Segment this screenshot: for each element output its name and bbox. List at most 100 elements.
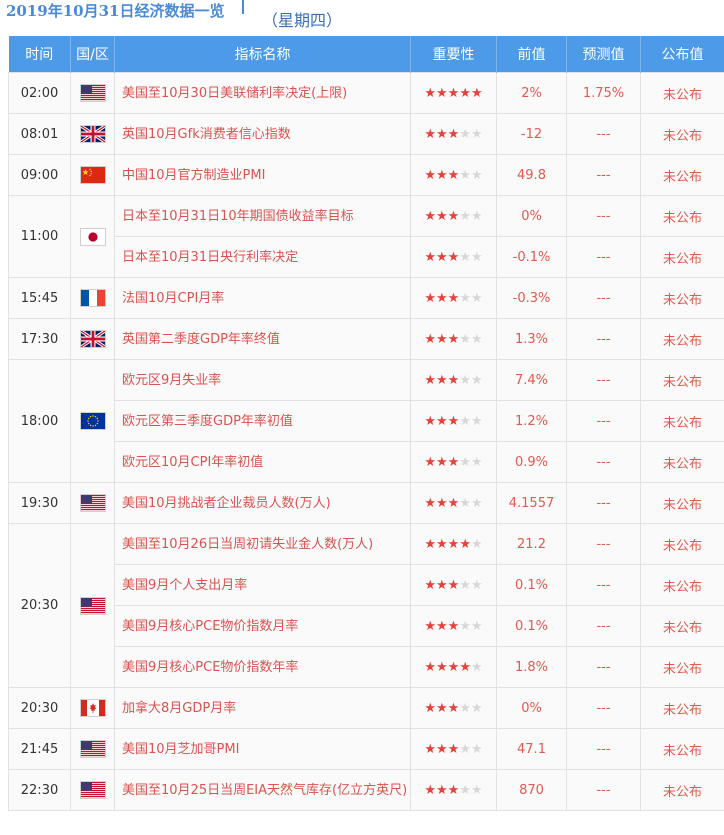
previous-value: -0.3% [496,277,567,319]
event-time: 08:01 [8,113,71,155]
star-icon: ★ [436,454,448,470]
indicator-name-link[interactable]: 中国10月官方制造业PMI [114,154,411,196]
event-time: 18:00 [8,359,71,483]
col-header-forecast: 预测值 [566,36,641,73]
forecast-value: --- [566,687,641,729]
table-row: 美国9月核心PCE物价指数年率 ★★★★★ 1.8% --- 未公布 [9,646,724,688]
star-icon: ★ [470,372,483,388]
forecast-value: --- [566,154,641,196]
indicator-name-link[interactable]: 美国10月芝加哥PMI [114,728,411,770]
importance-rating: ★★★★★ [410,687,497,729]
importance-rating: ★★★★★ [410,318,497,360]
forecast-value: --- [566,482,641,524]
table-row: 15:45 法国10月CPI月率 ★★★★★ -0.3% --- 未公布 [8,277,724,319]
published-value: 未公布 [640,277,724,319]
page-title: 2019年10月31日经济数据一览 [6,2,225,20]
published-value: 未公布 [640,72,724,114]
star-icon: ★ [447,249,460,265]
star-icon: ★ [447,413,460,429]
previous-value: 0% [496,687,567,729]
table-row: 欧元区第三季度GDP年率初值 ★★★★★ 1.2% --- 未公布 [9,400,724,442]
indicator-name-link[interactable]: 英国第二季度GDP年率终值 [114,318,411,360]
indicator-name-link[interactable]: 英国10月Gfk消费者信心指数 [114,113,411,155]
indicator-name-link[interactable]: 美国至10月30日美联储利率决定(上限) [114,72,411,114]
event-time: 02:00 [8,72,71,114]
published-value: 未公布 [640,728,724,770]
country-cell [70,113,115,155]
star-icon: ★ [459,782,471,798]
indicator-name-link[interactable]: 日本至10月31日央行利率决定 [114,236,411,278]
japan-flag-icon [79,227,106,246]
star-icon: ★ [436,126,448,142]
star-icon: ★ [470,536,483,552]
star-icon: ★ [470,659,483,675]
uk-flag-icon [79,329,106,349]
indicator-name-link[interactable]: 美国9月核心PCE物价指数月率 [114,605,411,647]
col-header-time: 时间 [8,36,71,73]
star-icon: ★ [459,85,471,101]
star-icon: ★ [424,167,437,183]
star-icon: ★ [424,208,437,224]
published-value: 未公布 [640,318,724,360]
star-icon: ★ [424,454,437,470]
indicator-name-link[interactable]: 加拿大8月GDP月率 [114,687,411,729]
star-icon: ★ [424,495,437,511]
star-icon: ★ [447,577,460,593]
star-icon: ★ [447,208,460,224]
star-icon: ★ [470,413,483,429]
star-icon: ★ [436,618,448,634]
previous-value: 1.3% [496,318,567,360]
published-value: 未公布 [640,482,724,524]
star-icon: ★ [470,85,483,101]
page-header: 2019年10月31日经济数据一览 （星期四） [0,0,724,36]
country-cell [70,728,115,770]
star-icon: ★ [470,249,483,265]
indicator-name-link[interactable]: 法国10月CPI月率 [114,277,411,319]
previous-value: -0.1% [496,236,567,278]
indicator-name-link[interactable]: 欧元区9月失业率 [114,359,411,401]
importance-rating: ★★★★★ [410,564,497,606]
indicator-name-link[interactable]: 日本至10月31日10年期国债收益率目标 [114,195,411,237]
published-value: 未公布 [640,195,724,237]
indicator-name-link[interactable]: 欧元区第三季度GDP年率初值 [114,400,411,442]
indicator-name-link[interactable]: 美国10月挑战者企业裁员人数(万人) [114,482,411,524]
star-icon: ★ [459,208,471,224]
table-row: 17:30 英国第二季度GDP年率终值 ★★★★★ 1.3% --- 未公布 [8,318,724,360]
star-icon: ★ [447,659,460,675]
indicator-name-link[interactable]: 美国9月个人支出月率 [114,564,411,606]
star-icon: ★ [459,700,471,716]
forecast-value: 1.75% [566,72,641,114]
indicator-name-link[interactable]: 美国至10月26日当周初请失业金人数(万人) [114,523,411,565]
country-cell [70,687,115,729]
star-icon: ★ [470,618,483,634]
star-icon: ★ [447,741,460,757]
star-icon: ★ [459,741,471,757]
indicator-name-link[interactable]: 欧元区10月CPI年率初值 [114,441,411,483]
col-header-published: 公布值 [640,36,724,73]
importance-rating: ★★★★★ [410,195,497,237]
star-icon: ★ [447,618,460,634]
star-icon: ★ [447,372,460,388]
star-icon: ★ [436,577,448,593]
indicator-name-link[interactable]: 美国9月核心PCE物价指数年率 [114,646,411,688]
star-icon: ★ [459,454,471,470]
published-value: 未公布 [640,605,724,647]
previous-value: 21.2 [496,523,567,565]
previous-value: 0.1% [496,605,567,647]
indicator-name-link[interactable]: 美国至10月25日当周EIA天然气库存(亿立方英尺) [114,769,411,811]
star-icon: ★ [470,290,483,306]
forecast-value: --- [566,236,641,278]
country-cell [70,195,115,278]
forecast-value: --- [566,113,641,155]
uk-flag-icon [79,124,106,144]
published-value: 未公布 [640,769,724,811]
economic-data-table: 时间 国/区 指标名称 重要性 前值 预测值 公布值 02:00 美国至10月30… [8,36,724,811]
star-icon: ★ [459,290,471,306]
table-row: 19:30 美国10月挑战者企业裁员人数(万人) ★★★★★ 4.1557 --- 未公布 [8,482,724,524]
table-row: 11:00 日本至10月31日10年期国债收益率目标 ★★★★★ 0% --- 未公布 [8,195,724,278]
star-icon: ★ [459,372,471,388]
previous-value: 47.1 [496,728,567,770]
star-icon: ★ [447,85,460,101]
col-header-indicator: 指标名称 [114,36,411,73]
event-time: 20:30 [8,687,71,729]
